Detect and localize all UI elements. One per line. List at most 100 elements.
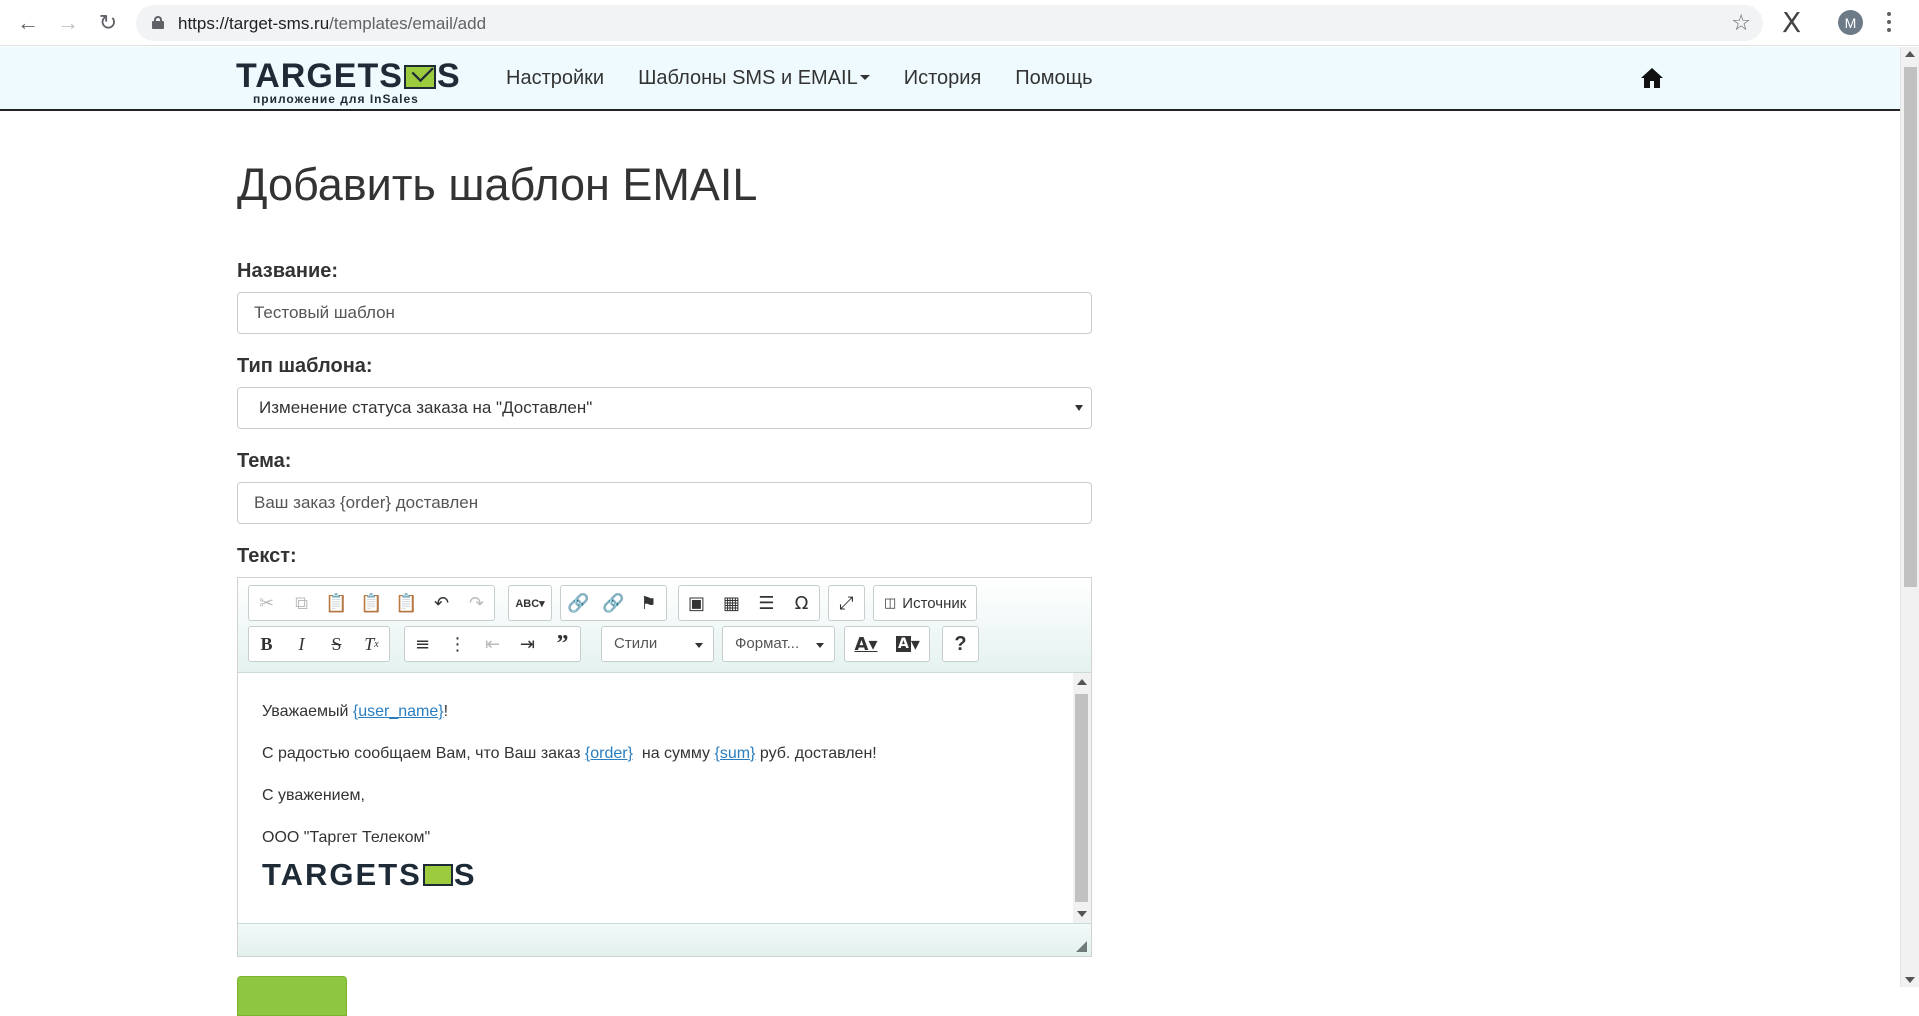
- subject-label: Тема:: [237, 450, 292, 472]
- company-line: ООО "Таргет Телеком": [262, 829, 431, 846]
- rich-text-editor[interactable]: ✂ ⧉ 📋 📋 📋 ↶ ↷ ABC▾ 🔗 🔗 ⚑ ▣ ▦ ☰ Ω ⤢ ◫ Ист…: [237, 577, 1092, 957]
- redo-icon[interactable]: ↷: [459, 586, 494, 620]
- special-char-icon[interactable]: Ω: [784, 586, 819, 620]
- var-order[interactable]: {order}: [585, 745, 633, 762]
- nav-item-templates[interactable]: Шаблоны SMS и EMAIL: [638, 65, 870, 91]
- paste-icon[interactable]: 📋: [319, 586, 354, 620]
- text-color-icon[interactable]: A▾: [845, 627, 887, 661]
- editor-toolbar: ✂ ⧉ 📋 📋 📋 ↶ ↷ ABC▾ 🔗 🔗 ⚑ ▣ ▦ ☰ Ω ⤢ ◫ Ист…: [238, 578, 1091, 673]
- table-icon[interactable]: ▦: [714, 586, 749, 620]
- bg-color-icon[interactable]: A ▾: [887, 627, 929, 661]
- url-path: /templates/email/add: [329, 14, 487, 33]
- browser-chrome: ← → ↻ https://target-sms.ru/templates/em…: [0, 0, 1919, 46]
- extension-x-icon[interactable]: X: [1782, 6, 1801, 39]
- signature-logo: TARGETS S: [262, 857, 1067, 893]
- forward-icon[interactable]: →: [52, 7, 84, 39]
- paste-text-icon[interactable]: 📋: [354, 586, 389, 620]
- scroll-down-arrow-icon[interactable]: [1905, 977, 1915, 983]
- insert-group: ▣ ▦ ☰ Ω: [678, 585, 820, 621]
- greeting-end: !: [443, 703, 449, 720]
- sig-word-left: TARGETS: [262, 857, 422, 892]
- unlink-icon[interactable]: 🔗: [596, 586, 631, 620]
- message-mid: на сумму: [632, 745, 715, 762]
- bold-icon[interactable]: B: [249, 627, 284, 661]
- bookmark-star-icon[interactable]: ☆: [1731, 10, 1751, 36]
- cut-icon[interactable]: ✂: [249, 586, 284, 620]
- nav-item-templates-label: Шаблоны SMS и EMAIL: [638, 67, 858, 89]
- chevron-down-icon: [816, 643, 824, 648]
- scroll-up-arrow-icon[interactable]: [1077, 679, 1087, 685]
- undo-icon[interactable]: ↶: [424, 586, 459, 620]
- regards-line: С уважением,: [262, 787, 365, 804]
- strike-icon[interactable]: S: [319, 627, 354, 661]
- scroll-up-arrow-icon[interactable]: [1905, 51, 1915, 57]
- sig-word-right: S: [453, 857, 477, 892]
- site-navbar: TARGETS S приложение для InSales Настройк…: [0, 47, 1900, 111]
- styles-dropdown-label: Стили: [614, 635, 658, 652]
- copy-icon[interactable]: ⧉: [284, 586, 319, 620]
- var-sum[interactable]: {sum}: [714, 745, 755, 762]
- help-icon[interactable]: ?: [943, 627, 978, 661]
- subject-field[interactable]: Ваш заказ {order} доставлен: [237, 482, 1092, 524]
- remove-format-icon[interactable]: Tx: [354, 627, 389, 661]
- editor-scrollbar[interactable]: [1073, 673, 1091, 923]
- resize-handle-icon[interactable]: [1076, 941, 1087, 952]
- name-field[interactable]: Тестовый шаблон: [237, 292, 1092, 334]
- blockquote-icon[interactable]: ”: [545, 627, 580, 661]
- source-button[interactable]: ◫ Источник: [874, 586, 976, 620]
- message-end: руб. доставлен!: [755, 745, 877, 762]
- menu-kebab-icon[interactable]: [1886, 10, 1892, 36]
- help-group: ?: [942, 626, 979, 662]
- paste-word-icon[interactable]: 📋: [389, 586, 424, 620]
- avatar[interactable]: M: [1838, 10, 1863, 35]
- spellcheck-group: ABC▾: [508, 585, 552, 621]
- type-select[interactable]: Изменение статуса заказа на "Доставлен": [237, 387, 1092, 429]
- brand-logo[interactable]: TARGETS S приложение для InSales: [236, 56, 470, 106]
- reload-icon[interactable]: ↻: [92, 7, 124, 39]
- maximize-icon[interactable]: ⤢: [829, 586, 864, 620]
- type-label: Тип шаблона:: [237, 355, 373, 377]
- var-user-name[interactable]: {user_name}: [353, 703, 444, 720]
- horizontal-rule-icon[interactable]: ☰: [749, 586, 784, 620]
- bullet-list-icon[interactable]: ⋮: [440, 627, 475, 661]
- type-select-value: Изменение статуса заказа на "Доставлен": [259, 398, 593, 417]
- greeting-line: Уважаемый {user_name}!: [262, 701, 1067, 723]
- nav-item-help[interactable]: Помощь: [1015, 65, 1092, 91]
- source-button-label: Источник: [902, 594, 967, 612]
- chevron-down-icon: [859, 75, 870, 80]
- scroll-thumb[interactable]: [1904, 67, 1917, 587]
- maximize-group: ⤢: [828, 585, 865, 621]
- greeting-text: Уважаемый: [262, 703, 353, 720]
- format-dropdown[interactable]: Формат...: [722, 626, 835, 662]
- scroll-down-arrow-icon[interactable]: [1077, 911, 1087, 917]
- back-icon[interactable]: ←: [12, 7, 44, 39]
- brand-word-right: S: [436, 57, 461, 95]
- source-group: ◫ Источник: [873, 585, 978, 621]
- brand-subtitle: приложение для InSales: [253, 92, 419, 106]
- italic-icon[interactable]: I: [284, 627, 319, 661]
- color-group: A▾ A ▾: [844, 626, 930, 662]
- message-line: С радостью сообщаем Вам, что Ваш заказ {…: [262, 743, 1067, 765]
- nav-item-history[interactable]: История: [904, 65, 982, 91]
- numbered-list-icon[interactable]: ≡: [405, 627, 440, 661]
- image-icon[interactable]: ▣: [679, 586, 714, 620]
- address-bar[interactable]: https://target-sms.ru/templates/email/ad…: [136, 5, 1763, 41]
- envelope-icon: [422, 864, 453, 886]
- spellcheck-icon[interactable]: ABC▾: [509, 586, 551, 620]
- nav-item-settings[interactable]: Настройки: [506, 65, 604, 91]
- page-scrollbar[interactable]: [1900, 47, 1919, 987]
- save-button[interactable]: [237, 976, 347, 1016]
- format-dropdown-label: Формат...: [735, 635, 800, 652]
- home-icon[interactable]: [1640, 67, 1664, 89]
- editor-scroll-thumb[interactable]: [1075, 694, 1088, 902]
- brand-word-left: TARGETS: [236, 57, 403, 95]
- outdent-icon[interactable]: ⇤: [475, 627, 510, 661]
- editor-body[interactable]: Уважаемый {user_name}! С радостью сообща…: [238, 673, 1091, 923]
- link-group: 🔗 🔗 ⚑: [560, 585, 667, 621]
- styles-dropdown[interactable]: Стили: [601, 626, 714, 662]
- select-caret-icon: [1075, 405, 1083, 411]
- url-host: https://target-sms.ru: [178, 14, 330, 33]
- indent-icon[interactable]: ⇥: [510, 627, 545, 661]
- link-icon[interactable]: 🔗: [561, 586, 596, 620]
- anchor-flag-icon[interactable]: ⚑: [631, 586, 666, 620]
